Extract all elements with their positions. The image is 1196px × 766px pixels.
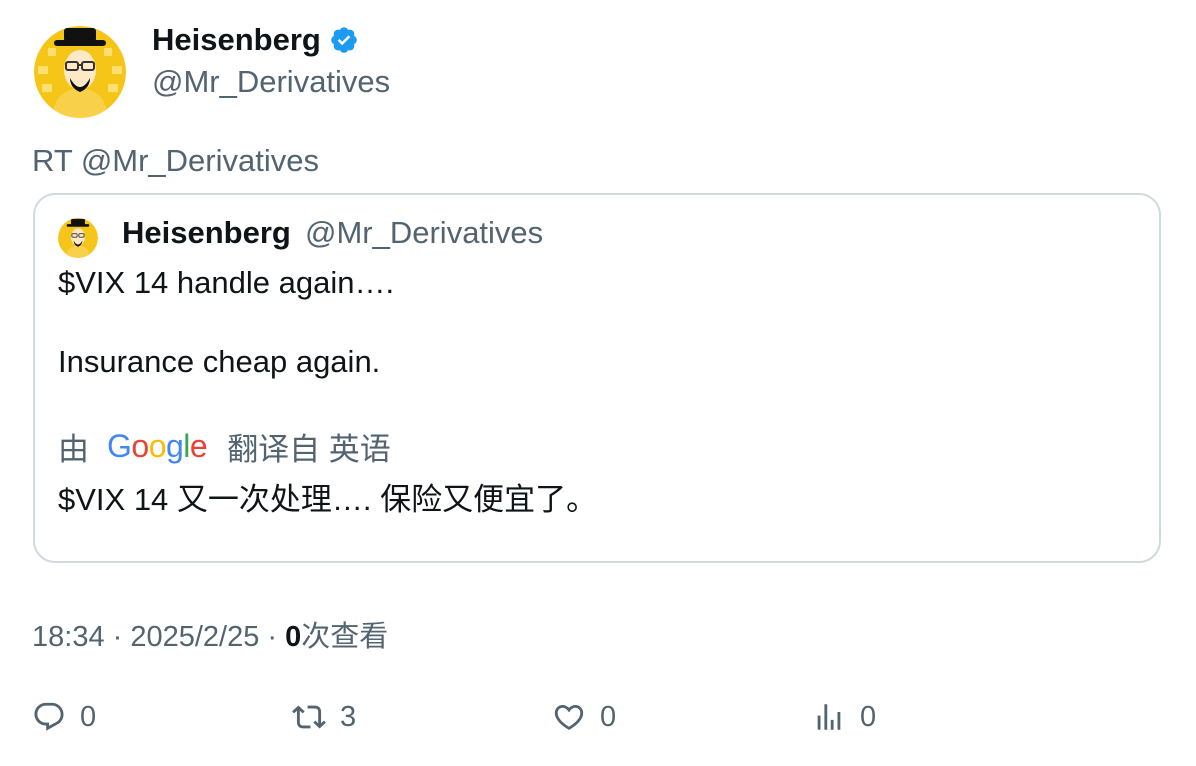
google-logo: Google bbox=[107, 428, 208, 465]
meta-separator: · bbox=[104, 621, 131, 653]
translated-text: $VIX 14 又一次处理…. 保险又便宜了。 bbox=[58, 482, 598, 517]
author-avatar[interactable] bbox=[34, 26, 126, 118]
like-count: 0 bbox=[600, 700, 617, 733]
reply-button[interactable]: 0 bbox=[32, 700, 96, 734]
tweet-time[interactable]: 18:34 bbox=[32, 621, 105, 653]
views-count: 0 bbox=[285, 621, 302, 653]
quoted-author-avatar[interactable] bbox=[58, 218, 98, 258]
views-action-count: 0 bbox=[860, 700, 877, 733]
translation-attribution: 由 Google 翻译自 英语 bbox=[58, 424, 391, 469]
google-letter: l bbox=[183, 428, 190, 464]
author-name-text[interactable]: Heisenberg bbox=[152, 22, 321, 58]
reply-icon bbox=[34, 702, 64, 731]
like-button[interactable]: 0 bbox=[552, 700, 616, 734]
quoted-tweet-line-1: $VIX 14 handle again…. bbox=[58, 265, 395, 300]
retweet-button[interactable]: 3 bbox=[292, 700, 356, 734]
tweet: Heisenberg @Mr_Derivatives RT @Mr_Deriva… bbox=[0, 0, 1196, 766]
translated-from-label: 翻译自 英语 bbox=[227, 432, 391, 467]
google-letter: o bbox=[148, 428, 167, 464]
translated-by-label: 由 bbox=[58, 432, 89, 467]
quoted-author-handle[interactable]: @Mr_Derivatives bbox=[305, 215, 543, 251]
retweet-icon bbox=[292, 705, 326, 729]
meta-separator: · bbox=[259, 621, 286, 653]
heisenberg-avatar-icon bbox=[34, 26, 126, 118]
google-letter: e bbox=[189, 428, 208, 464]
verified-badge-icon bbox=[331, 27, 357, 53]
retweet-text: RT @Mr_Derivatives bbox=[32, 143, 319, 178]
analytics-icon bbox=[817, 704, 841, 730]
heisenberg-avatar-icon bbox=[58, 218, 98, 258]
reply-count: 0 bbox=[80, 700, 97, 733]
google-letter: g bbox=[165, 428, 184, 464]
google-letter: G bbox=[107, 428, 132, 464]
author-name[interactable]: Heisenberg bbox=[152, 22, 359, 58]
quoted-tweet-line-2: Insurance cheap again. bbox=[58, 344, 381, 379]
tweet-meta: 18:34 · 2025/2/25 · 0次查看 bbox=[32, 613, 388, 655]
quoted-author-name[interactable]: Heisenberg bbox=[122, 215, 291, 251]
views-button[interactable]: 0 bbox=[812, 700, 876, 734]
author-handle[interactable]: @Mr_Derivatives bbox=[152, 64, 390, 100]
retweet-count: 3 bbox=[340, 700, 357, 733]
google-letter: o bbox=[131, 428, 149, 464]
tweet-date[interactable]: 2025/2/25 bbox=[130, 621, 259, 653]
heart-icon bbox=[554, 704, 584, 730]
views-label: 次查看 bbox=[301, 621, 389, 653]
